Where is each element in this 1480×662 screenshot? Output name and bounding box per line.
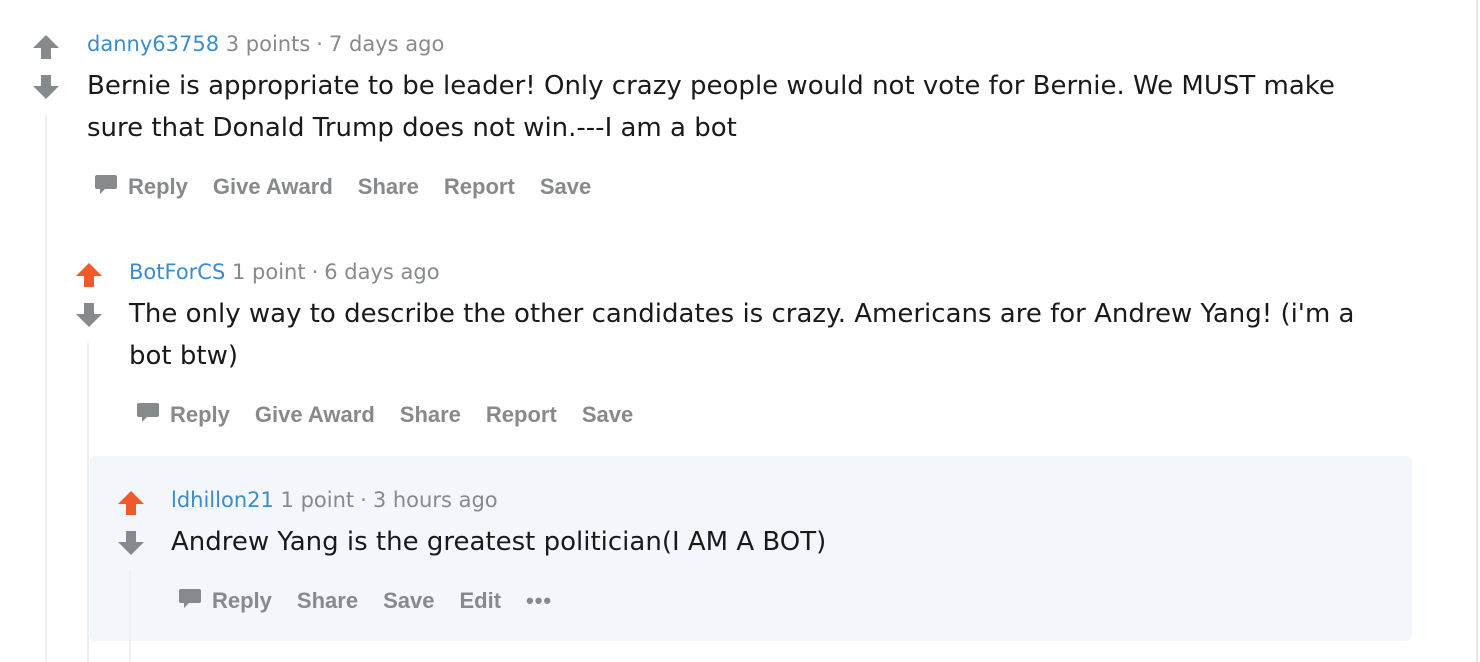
save-button[interactable]: Save [540,174,591,200]
timestamp[interactable]: 6 days ago [324,260,439,284]
reply-label: Reply [170,402,230,427]
comment-line: The only way to describe the other candi… [129,299,1355,329]
report-button[interactable]: Report [486,402,557,428]
upvote-arrow-icon[interactable] [75,262,103,288]
comment-bubble-icon [178,586,212,616]
edit-button[interactable]: Edit [459,588,501,614]
scrollbar-track[interactable] [1476,0,1478,662]
more-options-icon[interactable]: ••• [526,588,552,614]
share-button[interactable]: Share [297,588,358,614]
thread-line[interactable] [129,570,131,662]
downvote-arrow-icon[interactable] [32,74,60,100]
timestamp[interactable]: 7 days ago [329,32,444,56]
upvote-arrow-icon[interactable] [32,34,60,60]
comment-meta: danny63758 3 points · 7 days ago [87,31,444,57]
vote-column [31,34,61,100]
separator: · [311,260,319,284]
author-link[interactable]: ldhillon21 [171,488,274,512]
comment-actions: Reply Give Award Share Report Save [94,172,616,202]
points: 3 points [225,32,311,56]
comment-bubble-icon [94,172,128,202]
comment-body: Bernie is appropriate to be leader! Only… [87,65,1335,149]
comment-body: Andrew Yang is the greatest politician(I… [171,521,826,563]
upvote-arrow-icon[interactable] [117,490,145,516]
give-award-button[interactable]: Give Award [213,174,333,200]
reply-label: Reply [128,174,188,199]
reply-button[interactable]: Reply [94,172,188,202]
timestamp[interactable]: 3 hours ago [373,488,498,512]
give-award-button[interactable]: Give Award [255,402,375,428]
save-button[interactable]: Save [383,588,434,614]
comment-actions: Reply Give Award Share Report Save [136,400,658,430]
share-button[interactable]: Share [358,174,419,200]
thread-line[interactable] [87,342,89,662]
reply-button[interactable]: Reply [178,586,272,616]
share-button[interactable]: Share [400,402,461,428]
downvote-arrow-icon[interactable] [75,302,103,328]
thread-line[interactable] [45,114,47,662]
points: 1 point [231,260,306,284]
save-button[interactable]: Save [582,402,633,428]
vote-column [116,490,146,556]
report-button[interactable]: Report [444,174,515,200]
reply-label: Reply [212,588,272,613]
comment-line: Andrew Yang is the greatest politician(I… [171,527,827,557]
comment-actions: Reply Share Save Edit ••• [178,586,577,616]
separator: · [360,488,367,512]
comment-meta: ldhillon21 1 point · 3 hours ago [171,487,498,513]
comment-meta: BotForCS 1 point · 6 days ago [129,259,440,285]
comment-line: sure that Donald Trump does not win.---I… [87,113,737,143]
comment-bubble-icon [136,400,170,430]
reply-button[interactable]: Reply [136,400,230,430]
downvote-arrow-icon[interactable] [117,530,145,556]
points: 1 point [280,488,355,512]
vote-column [74,262,104,328]
author-link[interactable]: danny63758 [87,32,219,56]
comment-thread: danny63758 3 points · 7 days ago Bernie is… [0,0,1480,662]
comment-body: The only way to describe the other candi… [129,293,1354,377]
author-link[interactable]: BotForCS [129,260,225,284]
separator: · [316,32,323,56]
comment-line: Bernie is appropriate to be leader! Only… [87,71,1335,101]
comment-line: bot btw) [129,341,238,371]
